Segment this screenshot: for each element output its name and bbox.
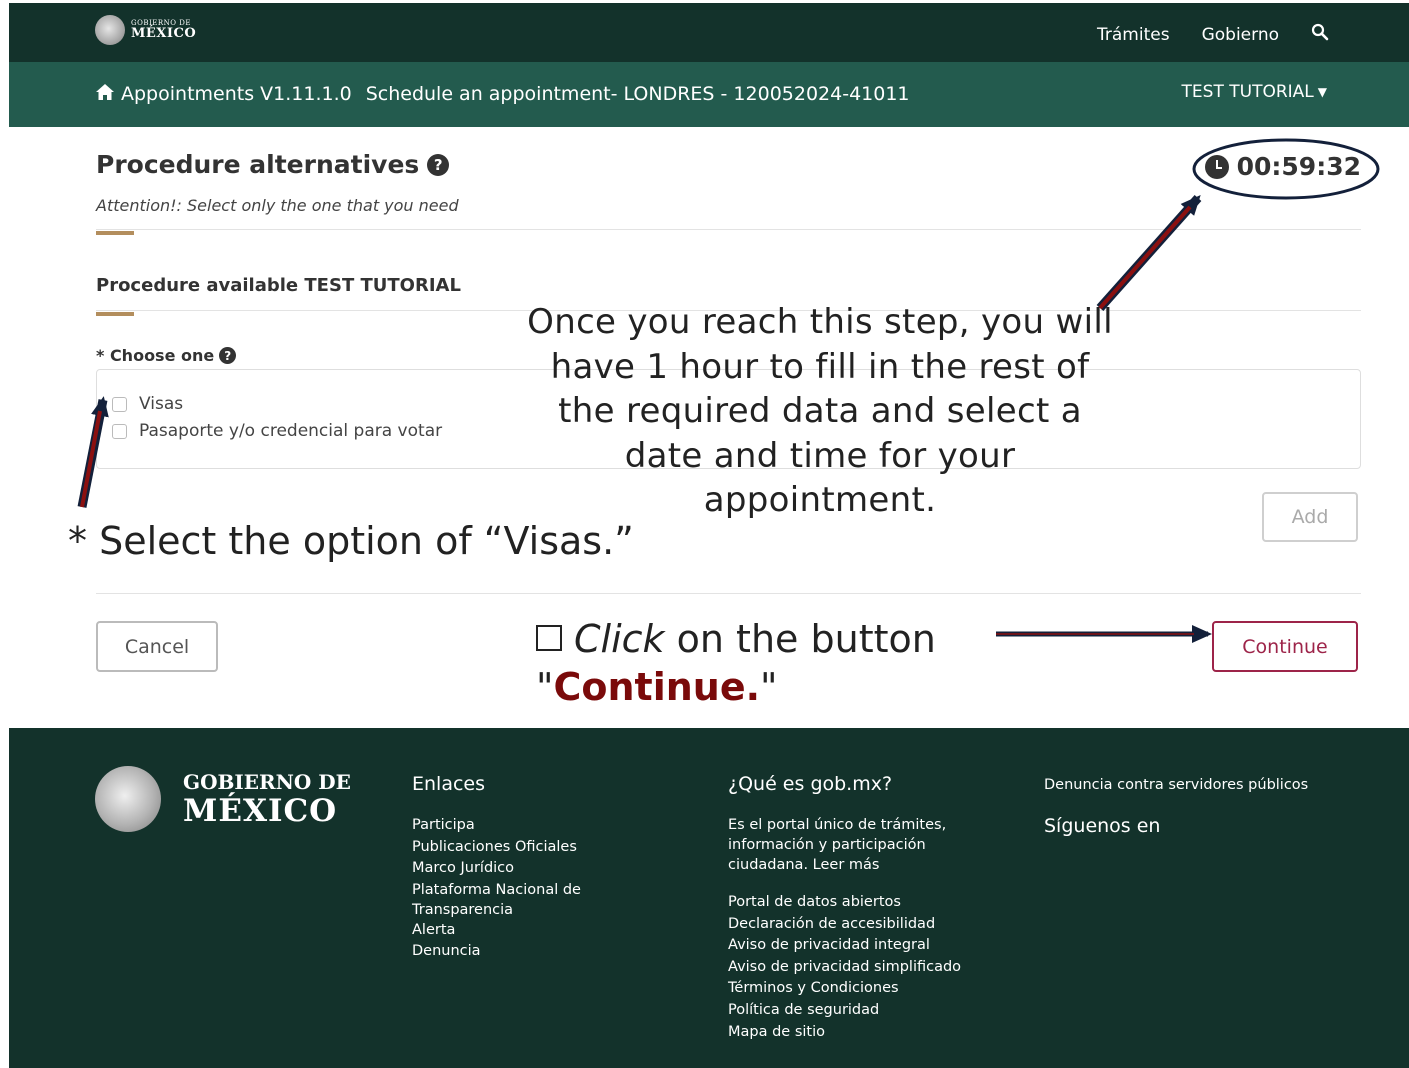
nav-tramites[interactable]: Trámites [1097,25,1170,45]
page-title-text: Procedure alternatives [96,150,420,179]
click-annotation-italic: Click [574,617,665,661]
option-label: Pasaporte y/o credencial para votar [139,421,443,441]
click-annotation-rest: on the button [676,617,936,661]
option-pasaporte[interactable]: Pasaporte y/o credencial para votar [112,421,442,441]
timer-value: 00:59:32 [1236,152,1361,181]
footer-link[interactable]: Política de seguridad [728,1000,968,1022]
select-annotation: * Select the option of “Visas.” [68,516,634,566]
gobierno-logo[interactable]: GOBIERNO DE MÉXICO [95,15,196,45]
top-navbar: GOBIERNO DE MÉXICO Trámites Gobierno [9,3,1409,62]
user-name: TEST TUTORIAL [1181,82,1314,102]
footer-logo[interactable]: GOBIERNO DE MÉXICO [95,766,351,832]
app-subheader: Appointments V1.11.1.0 Schedule an appoi… [9,62,1409,127]
footer-link[interactable]: Participa [412,815,602,837]
home-icon[interactable] [95,82,115,106]
footer-link[interactable]: Aviso de privacidad simplificado [728,957,968,979]
divider [96,229,1361,230]
coat-of-arms-icon [95,766,161,832]
cancel-button[interactable]: Cancel [96,621,218,672]
clock-icon [1204,154,1229,179]
logo-line2: MÉXICO [131,26,197,41]
checkbox-bullet-icon [536,624,562,651]
section-accent [96,312,134,316]
footer-link[interactable]: Mapa de sitio [728,1022,968,1044]
footer-enlaces-title: Enlaces [412,773,486,795]
option-label: Visas [139,394,184,414]
footer-link[interactable]: Marco Jurídico [412,858,602,880]
nav-gobierno[interactable]: Gobierno [1202,25,1279,45]
footer-link[interactable]: Declaración de accesibilidad [728,914,968,936]
user-menu[interactable]: TEST TUTORIAL ▼ [1182,82,1327,102]
footer-link[interactable]: Aviso de privacidad integral [728,935,968,957]
select-annotation-star: * [68,519,87,563]
session-timer: 00:59:32 [1204,152,1361,181]
breadcrumb-app[interactable]: Appointments V1.11.1.0 [121,83,352,105]
footer-link[interactable]: Portal de datos abiertos [728,892,968,914]
click-annotation: Click on the button "Continue." [536,614,936,712]
checkbox[interactable] [112,396,127,412]
select-annotation-text: Select the option of “Visas.” [99,519,634,563]
quote-open: " [536,665,554,709]
footer-que-es: ¿Qué es gob.mx? Es el portal único de tr… [728,773,968,1043]
footer-link[interactable]: Términos y Condiciones [728,978,968,1000]
choose-label: * Choose one ? [96,346,237,365]
footer-link[interactable]: Alerta [412,920,602,942]
coat-of-arms-icon [95,15,125,45]
page-title: Procedure alternatives ? [96,150,450,179]
choose-label-text: * Choose one [96,346,215,365]
caret-down-icon: ▼ [1317,85,1327,99]
footer-link[interactable]: Publicaciones Oficiales [412,837,602,859]
top-nav: Trámites Gobierno [1097,23,1329,46]
click-annotation-continue: Continue. [553,665,761,709]
option-visas[interactable]: Visas [112,394,183,414]
footer-enlaces: Enlaces Participa Publicaciones Oficiale… [412,773,602,963]
checkbox[interactable] [112,423,127,439]
continue-button[interactable]: Continue [1212,621,1358,672]
quote-close: " [760,665,778,709]
timer-annotation: Once you reach this step, you will have … [527,302,1113,520]
footer-logo-line2: MÉXICO [183,793,338,829]
footer-denuncia-link[interactable]: Denuncia contra servidores públicos [1044,777,1308,793]
footer: GOBIERNO DE MÉXICO Enlaces Participa Pub… [9,728,1409,1068]
attention-note: Attention!: Select only the one that you… [96,196,459,215]
footer-que-text: Es el portal único de trámites, informac… [728,817,947,873]
footer-right: Denuncia contra servidores públicos Sígu… [1044,777,1308,837]
breadcrumb: Appointments V1.11.1.0 Schedule an appoi… [95,82,910,106]
search-icon[interactable] [1311,23,1329,46]
procedure-heading: Procedure available TEST TUTORIAL [96,275,461,296]
breadcrumb-page: Schedule an appointment- LONDRES - 12005… [365,83,910,105]
divider [96,593,1361,594]
footer-que-title: ¿Qué es gob.mx? [728,773,893,795]
help-icon[interactable]: ? [427,153,450,176]
footer-siguenos: Síguenos en [1044,815,1161,837]
footer-link[interactable]: Plataforma Nacional de Transparencia [412,880,602,920]
section-accent [96,231,134,235]
footer-link[interactable]: Denuncia [412,941,602,963]
help-icon[interactable]: ? [219,347,237,364]
footer-logo-line1: GOBIERNO DE [183,770,351,794]
add-button[interactable]: Add [1262,492,1358,542]
